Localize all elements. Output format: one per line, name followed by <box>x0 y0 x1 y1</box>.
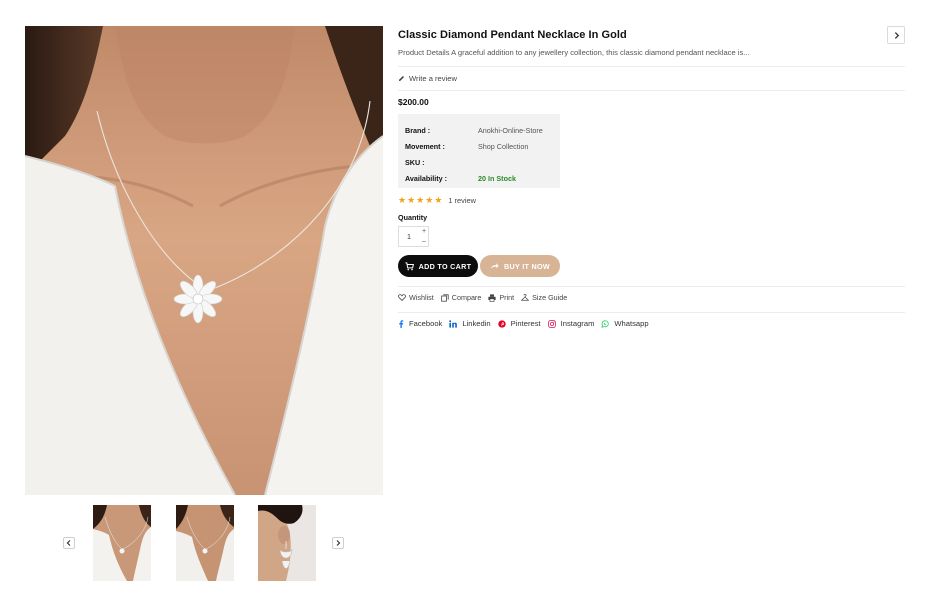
compare-label: Compare <box>451 293 482 302</box>
wishlist-label: Wishlist <box>409 293 434 302</box>
product-description: Product Details A graceful addition to a… <box>398 48 750 57</box>
info-value: Shop Collection <box>478 141 529 151</box>
facebook-icon <box>398 319 404 328</box>
chevron-left-icon <box>66 540 72 546</box>
star-icon: ★ <box>416 195 425 205</box>
thumbnail-2[interactable] <box>176 505 234 581</box>
thumbnail-3[interactable] <box>258 505 316 581</box>
quantity-label: Quantity <box>398 213 428 222</box>
info-key: SKU : <box>405 157 425 167</box>
info-row-sku: SKU : <box>405 154 553 170</box>
chevron-right-icon <box>335 540 341 546</box>
pencil-icon <box>398 75 405 82</box>
instagram-link[interactable]: Instagram <box>547 319 595 328</box>
linkedin-icon <box>449 319 458 328</box>
star-icon: ★ <box>398 195 407 205</box>
add-to-cart-label: ADD TO CART <box>418 261 472 271</box>
product-info-table: Brand : Anokhi-Online-Store Movement : S… <box>398 114 560 188</box>
quantity-stepper[interactable]: 1 + – <box>398 226 429 247</box>
whatsapp-icon <box>601 319 610 328</box>
quantity-input[interactable]: 1 <box>399 227 419 246</box>
divider <box>398 312 905 313</box>
info-row-availability: Availability : 20 In Stock <box>405 170 553 186</box>
compare-button[interactable]: Compare <box>441 293 482 302</box>
star-icon: ★ <box>407 195 416 205</box>
pinterest-label: Pinterest <box>510 319 541 328</box>
thumbnail-prev-button[interactable] <box>63 537 75 549</box>
instagram-icon <box>547 319 556 328</box>
size-guide-button[interactable]: Size Guide <box>521 293 567 302</box>
write-review-link[interactable]: Write a review <box>398 74 457 83</box>
print-label: Print <box>499 293 515 302</box>
cart-icon <box>405 261 414 271</box>
heart-icon <box>398 294 406 301</box>
divider <box>398 286 905 287</box>
wishlist-button[interactable]: Wishlist <box>398 293 434 302</box>
next-product-button[interactable] <box>887 26 905 44</box>
divider <box>398 90 905 91</box>
quantity-decrease-button[interactable]: – <box>419 237 429 246</box>
info-key: Brand : <box>405 125 431 135</box>
star-icon: ★ <box>434 195 443 205</box>
info-row-movement: Movement : Shop Collection <box>405 138 553 154</box>
social-share-links: Facebook Linkedin Pinterest Instagram Wh… <box>398 319 649 328</box>
size-guide-label: Size Guide <box>532 293 568 302</box>
print-button[interactable]: Print <box>488 293 514 302</box>
pinterest-icon <box>497 319 506 328</box>
chevron-right-icon <box>893 31 900 39</box>
product-title: Classic Diamond Pendant Necklace In Gold <box>398 29 627 41</box>
thumbnail-1[interactable] <box>93 505 151 581</box>
compare-icon <box>441 293 449 302</box>
add-to-cart-button[interactable]: ADD TO CART <box>398 255 478 277</box>
star-icon: ★ <box>425 195 434 205</box>
main-product-image[interactable] <box>25 26 383 495</box>
divider <box>398 66 905 67</box>
instagram-label: Instagram <box>560 319 595 328</box>
pinterest-link[interactable]: Pinterest <box>497 319 541 328</box>
info-row-brand: Brand : Anokhi-Online-Store <box>405 122 553 138</box>
stock-status: 20 In Stock <box>478 173 516 183</box>
quantity-increase-button[interactable]: + <box>419 227 429 236</box>
info-key: Movement : <box>405 141 445 151</box>
whatsapp-link[interactable]: Whatsapp <box>601 319 649 328</box>
whatsapp-label: Whatsapp <box>614 319 649 328</box>
buy-now-button[interactable]: BUY IT NOW <box>480 255 560 277</box>
product-price: $200.00 <box>398 97 429 107</box>
write-review-label: Write a review <box>409 74 457 83</box>
info-key: Availability : <box>405 173 448 183</box>
product-actions: Wishlist Compare Print Size Guide <box>398 293 567 302</box>
linkedin-label: Linkedin <box>462 319 491 328</box>
linkedin-link[interactable]: Linkedin <box>449 319 491 328</box>
info-value: Anokhi-Online-Store <box>478 125 543 135</box>
facebook-link[interactable]: Facebook <box>398 319 442 328</box>
product-rating[interactable]: ★ ★ ★ ★ ★ 1 review <box>398 195 476 205</box>
buy-now-label: BUY IT NOW <box>504 261 550 271</box>
thumbnail-next-button[interactable] <box>332 537 344 549</box>
share-arrow-icon <box>490 262 499 270</box>
hanger-icon <box>521 293 530 302</box>
facebook-label: Facebook <box>409 319 443 328</box>
printer-icon <box>488 293 496 302</box>
review-count[interactable]: 1 review <box>448 196 476 205</box>
